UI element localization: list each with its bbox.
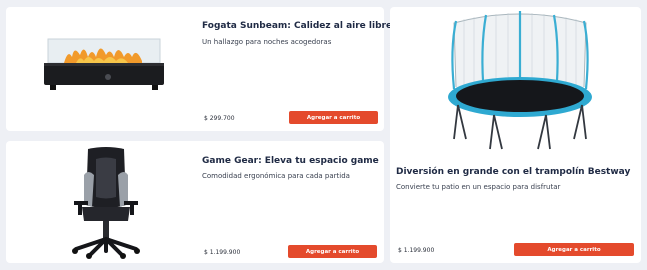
product-title[interactable]: Fogata Sunbeam: Calidez al aire libre <box>202 21 392 31</box>
add-to-cart-button[interactable]: Agregar a carrito <box>288 245 377 258</box>
product-subtitle: Un hallazgo para noches acogedoras <box>202 38 332 46</box>
trampoline-image[interactable] <box>440 9 600 157</box>
product-card-fire-pit: Fogata Sunbeam: Calidez al aire libre Un… <box>6 7 392 131</box>
product-price: $ 1.199.900 <box>398 247 435 254</box>
product-subtitle: Convierte tu patio en un espacio para di… <box>396 183 561 191</box>
product-price: $ 1.199.900 <box>204 249 241 256</box>
add-to-cart-button[interactable]: Agregar a carrito <box>289 111 378 124</box>
product-card-trampoline: Diversión en grande con el trampolín Bes… <box>390 7 641 263</box>
gaming-chair-image[interactable] <box>66 145 146 259</box>
fire-pit-image[interactable] <box>36 27 171 97</box>
product-price: $ 299.700 <box>204 115 235 122</box>
product-subtitle: Comodidad ergonómica para cada partida <box>202 172 350 180</box>
product-card-gaming-chair: Game Gear: Eleva tu espacio game Comodid… <box>6 141 384 263</box>
product-title[interactable]: Game Gear: Eleva tu espacio game <box>202 156 379 166</box>
add-to-cart-button[interactable]: Agregar a carrito <box>514 243 634 256</box>
product-title[interactable]: Diversión en grande con el trampolín Bes… <box>396 167 630 177</box>
